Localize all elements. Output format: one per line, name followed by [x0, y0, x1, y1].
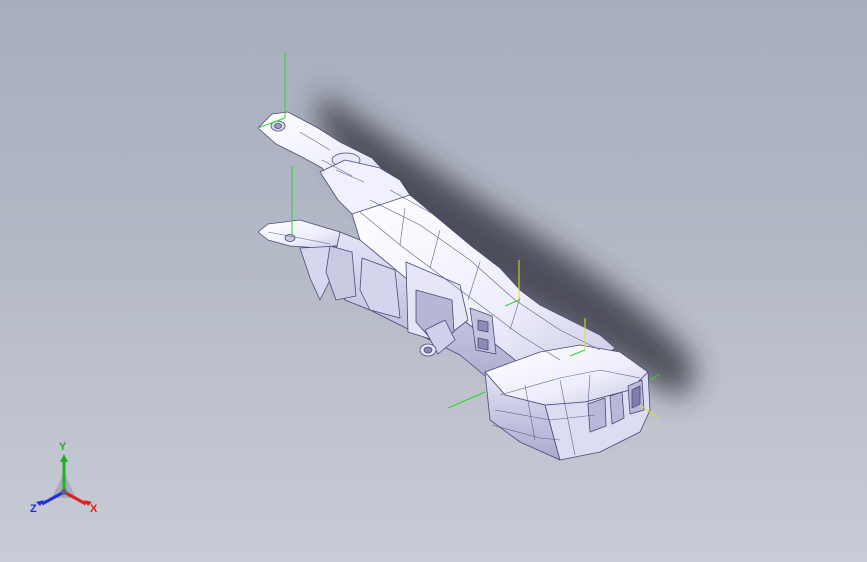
triad-y-label: Y [59, 441, 67, 453]
view-orientation-triad[interactable]: Y X Z [24, 442, 104, 526]
triad-x-label: X [90, 503, 98, 515]
cad-part-assembly[interactable] [257, 52, 661, 461]
triad-z-label: Z [30, 503, 37, 515]
cad-model-view[interactable] [0, 0, 867, 562]
lower-bracket-plate [257, 219, 349, 249]
graphics-viewport[interactable]: Y X Z [0, 0, 867, 562]
